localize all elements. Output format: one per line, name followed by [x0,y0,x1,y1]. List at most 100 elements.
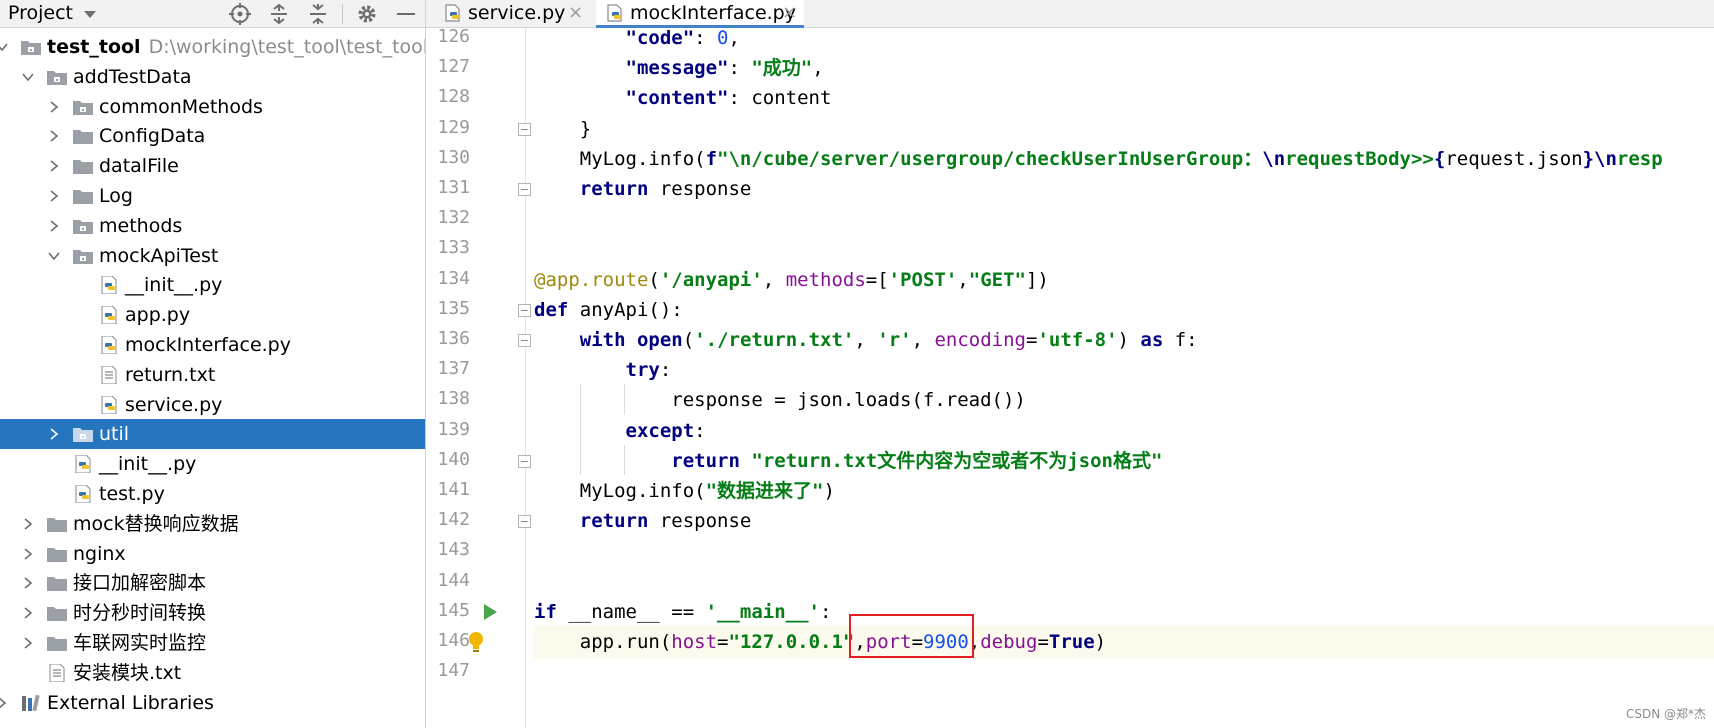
chevron-down-icon[interactable] [48,250,60,262]
tree-item[interactable]: 接口加解密脚本 [0,568,425,598]
line-number: 144 [437,569,470,591]
tree-item[interactable]: return.txt [0,360,425,390]
tree-item-text: Log [99,185,133,207]
line-number: 138 [437,388,470,410]
chevron-down-icon[interactable] [0,41,8,53]
code-token: host [671,631,718,653]
fold-marker-icon[interactable] [518,183,531,196]
tree-item-label: app.py [125,300,190,330]
tree-item[interactable]: External Libraries [0,688,425,718]
tree-item[interactable]: nginx [0,539,425,569]
tree-item-text: return.txt [125,363,216,386]
tree-item-label: service.py [125,390,222,420]
tree-item[interactable]: Log [0,181,425,211]
expand-all-icon[interactable] [267,2,291,26]
tree-item[interactable]: __init__.py [0,449,425,479]
tree-item-text: 时分秒时间转换 [73,602,207,625]
code-token: = [1025,329,1038,351]
tree-item[interactable]: 车联网实时监控 [0,628,425,658]
tree-item[interactable]: app.py [0,300,425,330]
code-token: : [694,419,706,442]
chevron-right-icon[interactable] [48,160,60,172]
code-token: '/anyapi' [659,268,763,291]
chevron-right-icon[interactable] [48,130,60,143]
code-token: ( [682,329,695,351]
folder-icon [47,637,67,651]
tree-item[interactable]: test.py [0,479,425,509]
tree-item[interactable]: 安装模块.txt [0,658,425,688]
chevron-right-icon[interactable] [22,547,34,560]
chevron-right-icon[interactable] [22,637,34,649]
tree-item-label: nginx [73,539,126,569]
collapse-all-icon[interactable] [306,2,330,26]
locate-icon[interactable] [228,2,252,26]
project-title[interactable]: Project [8,1,73,25]
code-token: { [1433,147,1446,170]
tree-item[interactable]: methods [0,211,425,241]
tree-item[interactable]: mock替换响应数据 [0,509,425,539]
code-token: "return.txt文件内容为空或者不为json格式" [751,449,1163,472]
tree-item-text: __init__.py [99,453,197,476]
tree-item[interactable]: test_tool D:\working\test_tool\test_tool [0,32,425,62]
tree-item-text: External Libraries [47,691,214,714]
chevron-right-icon[interactable] [22,607,34,619]
chevron-right-icon[interactable] [48,100,60,113]
fold-marker-icon[interactable] [518,334,531,347]
fold-marker-icon[interactable] [518,515,531,529]
chevron-down-icon[interactable] [22,71,34,83]
chevron-right-icon[interactable] [22,518,34,530]
tree-item-label: 安装模块.txt [73,658,181,688]
project-panel: Project test_tool D:\working\test_tool\t… [0,0,426,728]
editor: service.py × mockInterface.py × 126 127 12… [426,0,1714,728]
code-token: open [636,329,683,351]
tree-item-label: External Libraries [47,688,214,718]
module-folder-icon [21,41,41,55]
close-icon[interactable]: × [782,0,797,26]
chevron-right-icon[interactable] [48,428,60,441]
code-token: , [911,329,935,351]
minimize-icon[interactable] [394,2,418,26]
folder-icon [47,547,67,562]
lightbulb-icon[interactable] [468,631,484,653]
chevron-right-icon[interactable] [0,697,8,709]
fold-marker-icon[interactable] [518,303,531,317]
tree-item[interactable]: __init__.py [0,270,425,300]
fold-marker-icon[interactable] [518,454,531,468]
fold-marker-icon[interactable] [518,122,531,136]
tree-item[interactable]: addTestData [0,62,425,92]
chevron-down-icon[interactable] [84,11,96,18]
code-token: MyLog.info( [534,480,706,502]
code-token: 'utf-8' [1037,329,1118,351]
annotation-highlight-box [849,614,974,658]
tree-item-label: ConfigData [99,121,205,151]
code-token: @app.route [534,268,649,291]
code-token: , [957,268,969,291]
tree-item[interactable]: commonMethods [0,92,425,122]
code-line: with open('./return.txt', 'r', encoding=… [534,324,1198,357]
tree-item[interactable]: datalFile [0,151,425,181]
run-icon[interactable] [484,603,497,620]
chevron-right-icon[interactable] [48,220,60,232]
tree-item[interactable]: mockInterface.py [0,330,425,360]
gear-icon[interactable] [355,2,379,26]
tree-item[interactable]: util [0,419,425,450]
code-token: "GET" [968,268,1026,291]
tree-item[interactable]: mockApiTest [0,241,425,271]
code-token: : [728,57,752,80]
code-token: "127.0.0.1" [728,631,855,653]
folder-icon [47,577,67,592]
tree-item[interactable]: 时分秒时间转换 [0,598,425,628]
module-folder-icon [47,70,67,85]
code-area[interactable]: "code": 0, "message": "成功", "content": c… [469,27,1714,728]
code-token: , [812,57,824,80]
line-number-gutter[interactable]: 126 127 128 129 130 131 132 133 134 135 136 137 138 1… [426,26,531,728]
folder-icon [73,160,93,175]
chevron-right-icon[interactable] [48,190,60,202]
tree-item-text: commonMethods [99,95,263,118]
code-token: 0 [717,27,729,49]
tree-item[interactable]: service.py [0,390,425,420]
chevron-right-icon[interactable] [22,577,34,590]
tree-item[interactable]: ConfigData [0,121,425,151]
